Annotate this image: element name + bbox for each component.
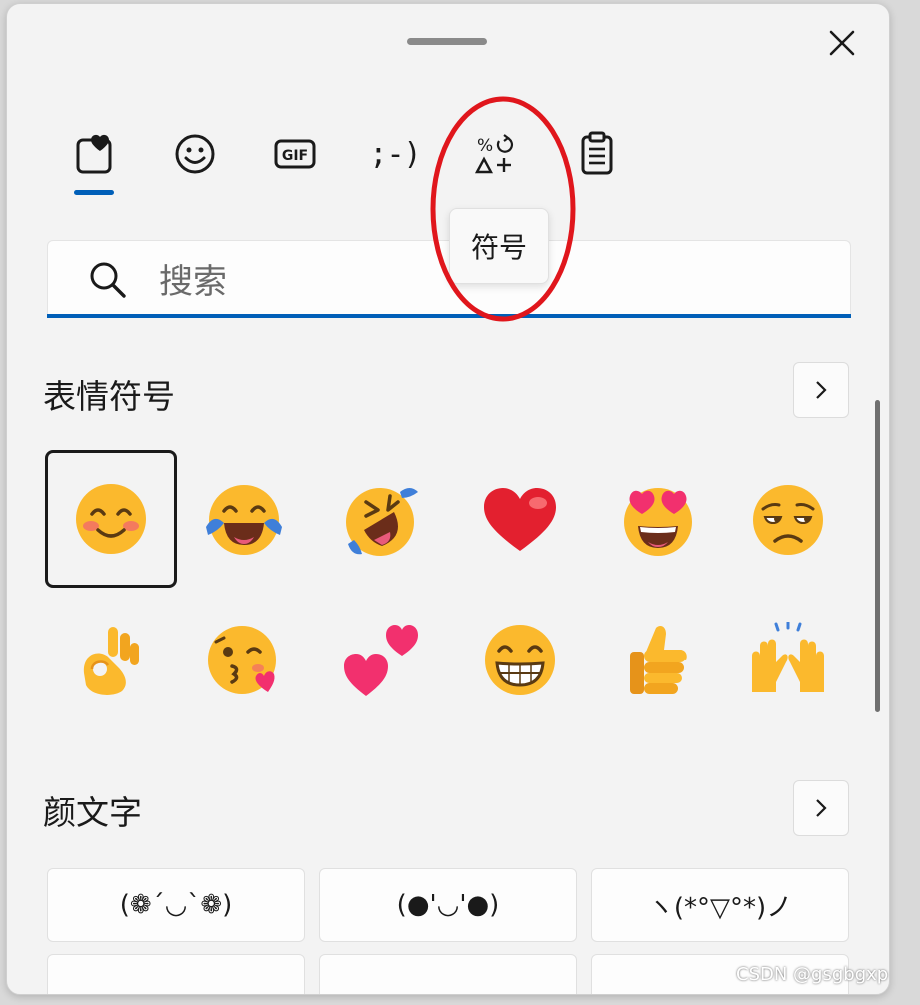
drag-handle[interactable] <box>407 38 487 45</box>
tab-emoji[interactable] <box>165 124 225 184</box>
close-button[interactable] <box>825 26 859 60</box>
kaomoji-more-button[interactable] <box>793 780 849 836</box>
unamused-face-icon <box>753 485 823 555</box>
smiling-face-with-heart-eyes-icon <box>624 488 692 556</box>
clipboard-icon <box>581 131 613 175</box>
kaomoji-item[interactable]: (●'◡'●) <box>319 868 577 942</box>
smiling-face-with-smiling-eyes-icon <box>76 484 146 554</box>
kaomoji-item[interactable]: (❁´◡`❁) <box>47 868 305 942</box>
beaming-face-with-smiling-eyes-icon <box>485 625 555 695</box>
gif-label: GIF <box>282 148 308 164</box>
symbols-icon: % <box>474 134 514 174</box>
chevron-right-icon <box>816 381 827 399</box>
red-heart-icon <box>484 488 556 551</box>
heart-clipboard-icon <box>76 134 112 174</box>
scrollbar-thumb[interactable] <box>875 400 880 712</box>
emoji-smiling-face-with-smiling-eyes[interactable] <box>45 450 177 588</box>
emoji-section-title: 表情符号 <box>43 377 175 416</box>
kaomoji-section-title: 颜文字 <box>43 793 142 832</box>
emoji-ok-hand[interactable] <box>45 592 175 728</box>
emoji-raising-hands[interactable] <box>723 592 853 728</box>
close-icon <box>829 30 855 56</box>
emoji-face-blowing-a-kiss[interactable] <box>179 592 309 728</box>
emoji-face-with-tears-of-joy[interactable] <box>179 452 309 588</box>
tab-symbols[interactable]: % <box>465 124 525 184</box>
tab-gif[interactable]: GIF <box>265 124 325 184</box>
emoji-more-button[interactable] <box>793 362 849 418</box>
emoji-thumbs-up[interactable] <box>593 592 723 728</box>
search-focus-underline <box>47 314 851 318</box>
svg-text:%: % <box>477 136 493 156</box>
thumbs-up-icon <box>630 626 687 694</box>
tab-kaomoji[interactable]: ;-) <box>365 124 425 184</box>
emoji-smiling-face-with-heart-eyes[interactable] <box>593 452 723 588</box>
gif-icon: GIF <box>274 139 316 169</box>
active-tab-indicator <box>74 190 114 195</box>
emoji-panel: GIF ;-) % 符号 表情符号 <box>6 3 890 995</box>
kaomoji-item[interactable] <box>319 954 577 994</box>
search-icon <box>90 262 126 298</box>
smiley-icon <box>175 134 215 174</box>
raising-hands-icon <box>752 622 824 692</box>
ok-hand-icon <box>83 627 139 695</box>
emoji-unamused-face[interactable] <box>723 452 853 588</box>
watermark: CSDN @gsgbgxp <box>736 964 889 985</box>
symbols-tooltip: 符号 <box>449 208 549 284</box>
kaomoji-item[interactable]: ヽ(*°▽°*)ノ <box>591 868 849 942</box>
two-hearts-icon <box>344 625 418 696</box>
rolling-on-the-floor-laughing-icon <box>346 488 418 556</box>
face-blowing-a-kiss-icon <box>208 626 276 694</box>
chevron-right-icon <box>816 799 827 817</box>
tab-clipboard[interactable] <box>567 124 627 184</box>
tab-favorites[interactable] <box>65 124 125 184</box>
emoji-beaming-face-with-smiling-eyes[interactable] <box>455 592 585 728</box>
emoji-red-heart[interactable] <box>455 452 585 588</box>
emoji-two-hearts[interactable] <box>317 592 447 728</box>
face-with-tears-of-joy-icon <box>206 485 282 555</box>
kaomoji-item[interactable] <box>47 954 305 994</box>
kaomoji-icon: ;-) <box>369 136 421 172</box>
emoji-rolling-on-the-floor-laughing[interactable] <box>317 452 447 588</box>
